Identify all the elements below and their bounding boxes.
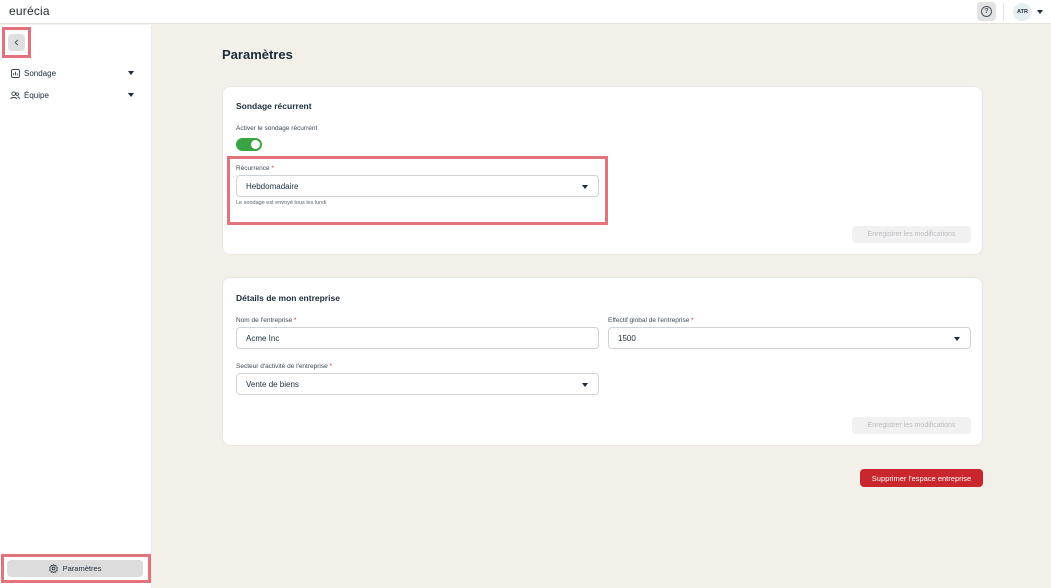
top-bar: eurécia ? ATR xyxy=(0,0,1051,24)
headcount-label: Effectif global de l'entreprise * xyxy=(608,317,694,324)
company-name-input[interactable]: Acme Inc xyxy=(236,327,599,349)
collapse-highlight xyxy=(2,27,31,58)
sidebar-settings-button[interactable]: Paramètres xyxy=(7,560,143,577)
chevron-down-icon xyxy=(128,71,134,75)
sidebar-item-label: Sondage xyxy=(24,68,57,78)
toggle-label: Activer le sondage récurrent xyxy=(236,125,318,132)
save-company-button[interactable]: Enregistrer les modifications xyxy=(852,417,971,434)
company-details-card: Détails de mon entreprise Nom de l'entre… xyxy=(222,277,983,446)
team-icon xyxy=(10,90,20,100)
app-logo[interactable]: eurécia xyxy=(9,4,50,18)
sector-select[interactable]: Vente de biens xyxy=(236,373,599,395)
save-survey-button[interactable]: Enregistrer les modifications xyxy=(852,226,971,243)
company-name-value: Acme Inc xyxy=(246,333,280,343)
headcount-select[interactable]: 1500 xyxy=(608,327,971,349)
chevron-down-icon xyxy=(954,337,960,341)
chart-icon xyxy=(10,68,20,78)
chevron-down-icon[interactable] xyxy=(1037,10,1043,14)
topbar-divider xyxy=(1003,3,1004,21)
card-title: Sondage récurrent xyxy=(236,101,312,111)
chevron-down-icon xyxy=(582,383,588,387)
sector-label: Secteur d'activité de l'entreprise * xyxy=(236,363,333,370)
sidebar-item-sondage[interactable]: Sondage xyxy=(10,65,138,81)
sidebar-item-label: Équipe xyxy=(24,90,49,100)
help-button[interactable]: ? xyxy=(977,2,996,21)
gear-icon xyxy=(48,564,58,573)
sidebar-item-equipe[interactable]: Équipe xyxy=(10,87,138,103)
recurring-survey-toggle[interactable] xyxy=(236,138,262,151)
settings-highlight: Paramètres xyxy=(1,554,151,583)
company-name-label: Nom de l'entreprise * xyxy=(236,317,297,324)
page-title: Paramètres xyxy=(222,47,293,62)
delete-company-space-button[interactable]: Supprimer l'espace entreprise xyxy=(860,469,983,487)
settings-label: Paramètres xyxy=(62,564,102,573)
sector-value: Vente de biens xyxy=(246,379,299,389)
card-title: Détails de mon entreprise xyxy=(236,293,340,303)
recurrence-highlight xyxy=(227,156,608,225)
chevron-down-icon xyxy=(128,93,134,97)
sidebar: Sondage Équipe Paramètres xyxy=(0,25,152,588)
chevron-left-icon xyxy=(13,38,20,48)
user-avatar[interactable]: ATR xyxy=(1013,3,1032,21)
collapse-sidebar-button[interactable] xyxy=(8,34,25,51)
help-icon: ? xyxy=(981,6,992,17)
headcount-value: 1500 xyxy=(618,333,636,343)
toggle-knob xyxy=(251,140,260,149)
